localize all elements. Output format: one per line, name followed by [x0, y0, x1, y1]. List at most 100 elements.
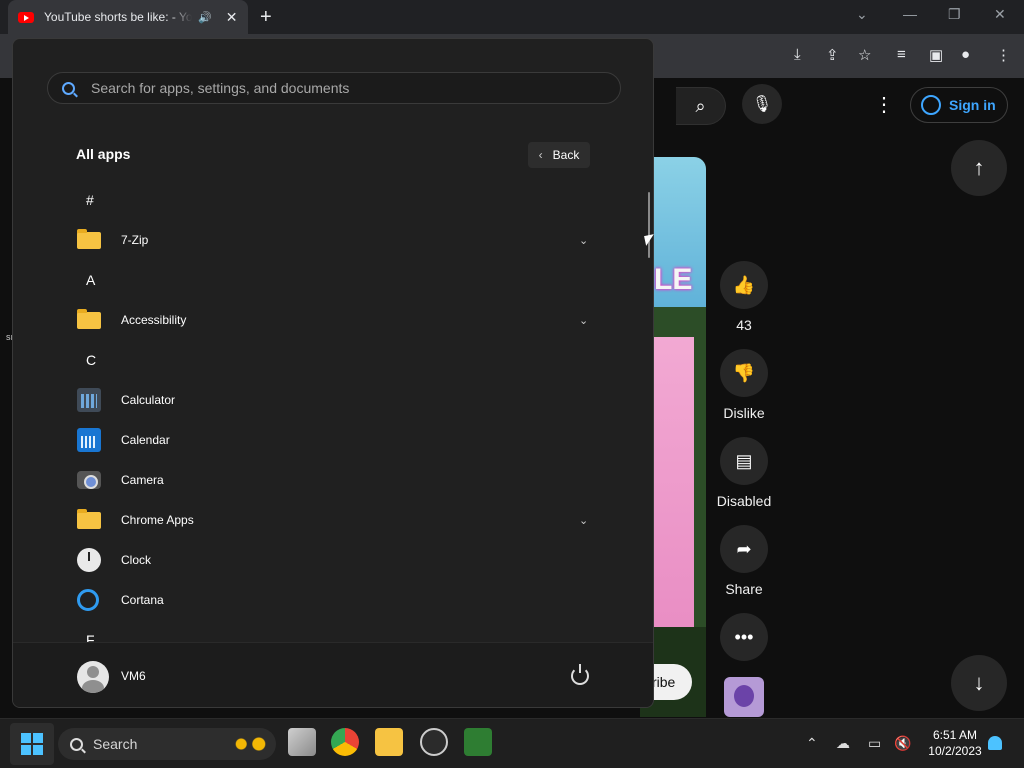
all-apps-heading: All apps	[76, 146, 131, 162]
show-hidden-icons-icon[interactable]: ⌃	[806, 735, 818, 752]
app-name: Camera	[121, 473, 164, 487]
app-name: Calendar	[121, 433, 170, 447]
app-list-letter-header[interactable]: C	[13, 340, 613, 380]
start-menu: Search for apps, settings, and documents…	[12, 38, 654, 708]
bookmark-star-icon[interactable]: ☆	[858, 46, 871, 64]
minimize-button[interactable]: —	[903, 6, 917, 22]
app-list-item[interactable]: Cortana	[13, 580, 613, 620]
youtube-favicon-icon	[18, 11, 34, 23]
close-window-button[interactable]: ✕	[994, 6, 1006, 23]
windows-logo-icon	[21, 733, 31, 743]
taskbar: Search ⌃ ☁ ▭ 🔇 6:51 AM 10/2/2023	[0, 718, 1024, 768]
back-label: Back	[552, 148, 580, 162]
profile-icon[interactable]: ●	[961, 46, 970, 63]
letter-label: #	[86, 192, 94, 208]
comments-action[interactable]: ▤ Disabled	[716, 437, 772, 509]
app-list-letter-header[interactable]: F	[13, 620, 613, 642]
dislike-label: Dislike	[723, 405, 765, 421]
user-avatar[interactable]	[77, 661, 109, 693]
search-icon	[62, 81, 75, 95]
chrome-taskbar-icon[interactable]	[331, 728, 359, 756]
browser-tab-strip: YouTube shorts be like: - YouTube 🔊 ✕ + …	[0, 0, 1024, 34]
sign-in-button[interactable]: Sign in	[910, 87, 1008, 123]
app-list-item[interactable]: 7-Zip ⌄	[13, 220, 613, 260]
thumbs-up-icon: 👍	[732, 274, 756, 295]
chevron-down-icon[interactable]: ⌄	[579, 234, 588, 247]
power-icon[interactable]	[571, 664, 589, 685]
system-clock[interactable]: 6:51 AM 10/2/2023	[924, 727, 986, 759]
app-name: Clock	[121, 553, 152, 567]
share-button[interactable]: ➦	[720, 525, 768, 573]
search-icon: ⌕	[695, 95, 706, 116]
tab-search-icon[interactable]: ⌄	[856, 6, 868, 23]
next-video-button[interactable]: ↓	[951, 655, 1007, 711]
app-list-scrollbar[interactable]	[648, 192, 650, 258]
file-explorer-icon[interactable]	[375, 728, 403, 756]
app-list-letter-header[interactable]: A	[13, 260, 613, 300]
calendar-icon	[77, 428, 101, 452]
app-list-letter-header[interactable]: #	[13, 180, 613, 220]
share-action[interactable]: ➦ Share	[716, 525, 772, 597]
video-overlay-text: LE	[654, 263, 693, 296]
dislike-button[interactable]: 👎	[720, 349, 768, 397]
microphone-icon: 🎙	[751, 96, 773, 113]
app-list-item[interactable]: Clock	[13, 540, 613, 580]
back-button[interactable]: ‹ Back	[528, 142, 590, 168]
volume-muted-icon[interactable]: 🔇	[894, 735, 911, 752]
clock-icon	[77, 548, 101, 572]
onedrive-icon[interactable]: ☁	[836, 735, 850, 752]
like-button[interactable]: 👍	[720, 261, 768, 309]
app-list-item[interactable]: Calculator	[13, 380, 613, 420]
app-name: Accessibility	[121, 313, 187, 327]
settings-menu-icon[interactable]: ⋮	[874, 92, 894, 117]
share-label: Share	[725, 581, 763, 597]
letter-label: F	[86, 632, 95, 642]
app-list-item[interactable]: Calendar	[13, 420, 613, 460]
dislike-action[interactable]: 👎 Dislike	[716, 349, 772, 421]
voice-search-button[interactable]: 🎙	[742, 84, 782, 124]
search-highlight-flowers-icon	[228, 732, 272, 756]
like-action[interactable]: 👍 43	[716, 261, 772, 333]
more-actions-button[interactable]: •••	[720, 613, 768, 661]
speaker-icon[interactable]: 🔊	[198, 11, 212, 24]
chevron-down-icon[interactable]: ⌄	[579, 514, 588, 527]
youtube-search-button[interactable]: ⌕	[676, 87, 726, 125]
terminal-app-icon[interactable]	[464, 728, 492, 756]
restore-button[interactable]: ❐	[948, 6, 961, 23]
user-name[interactable]: VM6	[121, 669, 146, 683]
chevron-down-icon[interactable]: ⌄	[579, 314, 588, 327]
install-app-icon[interactable]: ⤓	[794, 46, 801, 63]
previous-video-button[interactable]: ↑	[951, 140, 1007, 196]
arrow-down-icon: ↓	[973, 670, 985, 695]
clock-time: 6:51 AM	[932, 728, 978, 742]
start-button[interactable]	[10, 723, 54, 765]
new-tab-button[interactable]: +	[260, 6, 272, 29]
obs-studio-icon[interactable]	[420, 728, 448, 756]
chrome-menu-icon[interactable]: ⋮	[996, 46, 1011, 64]
side-panel-icon[interactable]: ▣	[929, 46, 943, 64]
app-list-item[interactable]: Chrome Apps ⌄	[13, 500, 613, 540]
mouse-cursor	[644, 234, 656, 246]
app-list: #7-Zip ⌄ A Accessibility ⌄ C Calculator Calenda…	[13, 180, 653, 642]
channel-avatar[interactable]	[724, 677, 764, 717]
app-list-item[interactable]: Accessibility ⌄	[13, 300, 613, 340]
notification-bell-icon[interactable]	[988, 736, 1002, 750]
tab-title: YouTube shorts be like: - YouTube	[44, 10, 192, 24]
search-icon	[70, 737, 83, 751]
start-footer: VM6	[13, 642, 653, 707]
comments-button[interactable]: ▤	[720, 437, 768, 485]
camera-icon	[77, 471, 101, 489]
media-control-icon[interactable]: ≡	[897, 46, 906, 63]
like-count: 43	[736, 317, 752, 333]
clock-date: 10/2/2023	[928, 744, 982, 758]
start-search-box[interactable]: Search for apps, settings, and documents	[47, 72, 621, 104]
network-icon[interactable]: ▭	[868, 735, 881, 752]
tab-close-icon[interactable]: ✕	[226, 9, 238, 26]
taskbar-search[interactable]: Search	[58, 728, 276, 760]
app-list-item[interactable]: Camera	[13, 460, 613, 500]
browser-tab[interactable]: YouTube shorts be like: - YouTube 🔊 ✕	[8, 0, 248, 34]
share-page-icon[interactable]: ⇪	[826, 46, 839, 64]
task-view-icon[interactable]	[288, 728, 316, 756]
video-pink-panel	[650, 337, 694, 627]
more-action[interactable]: •••	[716, 613, 772, 661]
